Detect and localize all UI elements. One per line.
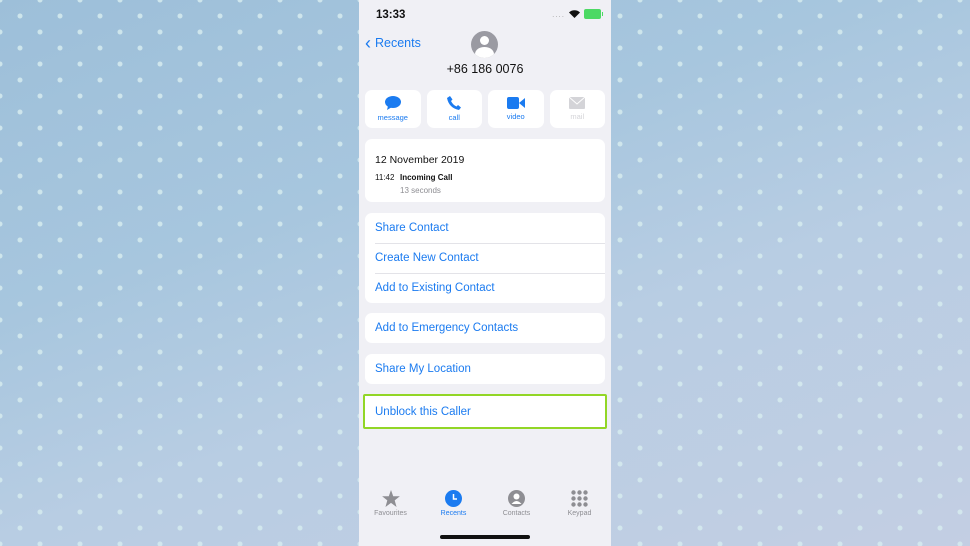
phone-screen: 13:33 .... ‹ Recents +86 186 0076 messag… (359, 0, 611, 546)
create-new-contact-button[interactable]: Create New Contact (365, 243, 605, 273)
share-contact-button[interactable]: Share Contact (365, 213, 605, 243)
contact-number: +86 186 0076 (446, 62, 524, 76)
home-indicator[interactable] (440, 535, 530, 539)
mail-button[interactable]: mail (549, 90, 605, 128)
contact-options-group: Share Contact Create New Contact Add to … (365, 213, 605, 303)
call-time: 11:42 (375, 173, 395, 182)
status-bar: 13:33 .... (359, 0, 611, 30)
action-buttons: message call video mail (365, 90, 605, 128)
unblock-group-highlighted: Unblock this Caller (363, 394, 607, 429)
video-button[interactable]: video (488, 90, 544, 128)
tab-recents[interactable]: Recents (422, 490, 485, 517)
tab-contacts[interactable]: Contacts (485, 490, 548, 517)
chevron-left-icon: ‹ (365, 33, 371, 53)
message-icon (384, 96, 401, 110)
back-label: Recents (375, 36, 421, 50)
tab-bar: Favourites Recents Contacts Keypad (359, 490, 611, 517)
call-duration: 13 seconds (400, 186, 441, 195)
add-to-existing-contact-button[interactable]: Add to Existing Contact (365, 273, 605, 303)
add-to-emergency-contacts-button[interactable]: Add to Emergency Contacts (365, 313, 605, 343)
tab-keypad[interactable]: Keypad (548, 490, 611, 517)
tab-favourites[interactable]: Favourites (359, 490, 422, 517)
phone-icon (447, 96, 462, 110)
star-icon (381, 490, 400, 507)
keypad-icon (571, 490, 588, 507)
status-time: 13:33 (376, 9, 406, 21)
video-icon (506, 97, 525, 109)
mail-icon (569, 97, 586, 109)
call-date: 12 November 2019 (375, 154, 465, 166)
call-type: Incoming Call (400, 173, 453, 182)
battery-icon (584, 9, 603, 19)
back-button[interactable]: ‹ Recents (365, 33, 421, 53)
emergency-group: Add to Emergency Contacts (365, 313, 605, 343)
person-circle-icon (508, 490, 525, 507)
message-button[interactable]: message (365, 90, 421, 128)
wifi-icon (569, 10, 580, 18)
clock-icon (445, 490, 462, 507)
contact-avatar (471, 31, 498, 58)
call-log-card: 12 November 2019 11:42 Incoming Call 13 … (365, 139, 605, 202)
location-group: Share My Location (365, 354, 605, 384)
share-my-location-button[interactable]: Share My Location (365, 354, 605, 384)
call-button[interactable]: call (426, 90, 482, 128)
status-icons: .... (552, 9, 603, 19)
signal-icon: .... (552, 9, 565, 19)
unblock-caller-button[interactable]: Unblock this Caller (365, 396, 605, 427)
